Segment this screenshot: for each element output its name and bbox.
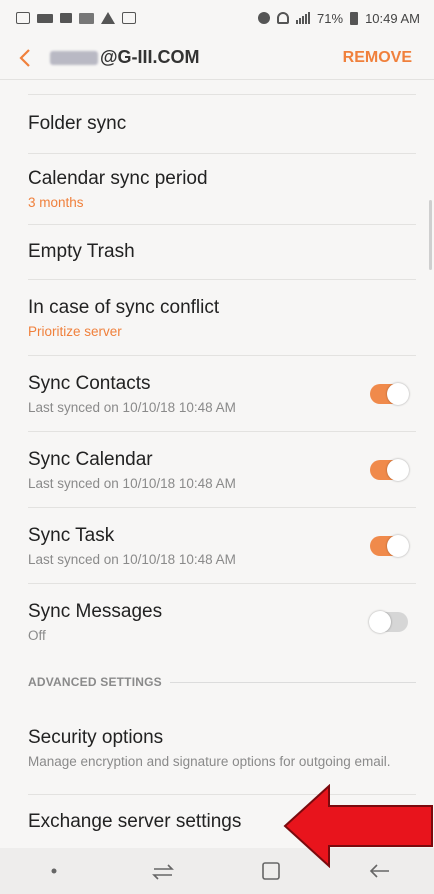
setting-title: Sync Contacts: [28, 372, 151, 394]
setting-sync-task[interactable]: Sync Task Last synced on 10/10/18 10:48 …: [28, 508, 416, 584]
setting-value: 3 months: [28, 195, 84, 210]
app-header: @G-III.COM REMOVE: [0, 36, 434, 80]
setting-folder-sync[interactable]: Folder sync: [28, 95, 416, 154]
setting-value: Off: [28, 628, 46, 643]
sync-calendar-toggle[interactable]: [370, 458, 409, 481]
remove-button[interactable]: REMOVE: [343, 49, 434, 67]
setting-security-options[interactable]: Security options Manage encryption and s…: [28, 704, 416, 795]
recent-apps-icon: [151, 864, 174, 880]
toggle-knob: [369, 611, 391, 633]
warning-icon: [101, 12, 115, 24]
app-notification-icon: [37, 13, 53, 23]
back-chevron-icon: [19, 48, 30, 67]
toggle-knob: [387, 458, 409, 481]
settings-list: Folder sync Calendar sync period 3 month…: [0, 81, 434, 849]
setting-empty-trash[interactable]: Empty Trash: [28, 225, 416, 280]
scrollbar[interactable]: [429, 200, 432, 270]
setting-title: Folder sync: [28, 113, 127, 134]
setting-title: Sync Calendar: [28, 448, 153, 470]
wifi-icon: [277, 12, 290, 24]
toggle-knob: [387, 382, 409, 405]
setting-title: Sync Task: [28, 524, 115, 546]
setting-title: Calendar sync period: [28, 168, 208, 189]
list-divider: [28, 81, 416, 95]
advanced-settings-header: ADVANCED SETTINGS: [28, 660, 416, 704]
setting-title: In case of sync conflict: [28, 296, 220, 318]
toggle-knob: [387, 534, 409, 557]
last-synced-text: Last synced on 10/10/18 10:48 AM: [28, 475, 236, 491]
setting-sync-contacts[interactable]: Sync Contacts Last synced on 10/10/18 10…: [28, 356, 416, 432]
section-title: ADVANCED SETTINGS: [28, 675, 162, 689]
screenshot-icon: [16, 12, 30, 24]
app-notification-icon-2: [60, 13, 72, 23]
app-notification-icon-3: [79, 12, 94, 24]
setting-sync-messages[interactable]: Sync Messages Off: [28, 584, 416, 660]
clock: 10:49 AM: [365, 10, 420, 26]
setting-title: Security options: [28, 727, 164, 749]
setting-description: Manage encryption and signature options …: [28, 754, 391, 770]
account-title: @G-III.COM: [50, 47, 343, 68]
alarm-icon: [258, 12, 271, 24]
battery-icon: [350, 11, 359, 25]
status-bar: 71% 10:49 AM: [0, 0, 434, 36]
setting-sync-conflict[interactable]: In case of sync conflict Prioritize serv…: [28, 280, 416, 356]
home-icon: [262, 862, 281, 880]
setting-title: Sync Messages: [28, 601, 163, 622]
system-indicators: 71% 10:49 AM: [258, 11, 420, 26]
account-domain: @G-III.COM: [100, 47, 200, 67]
signal-icon: [296, 12, 311, 24]
section-divider: [169, 681, 416, 683]
battery-percent: 71%: [317, 10, 344, 26]
notification-icons: [16, 12, 136, 24]
setting-title: Empty Trash: [28, 241, 135, 262]
redacted-username: [50, 50, 98, 65]
setting-calendar-sync-period[interactable]: Calendar sync period 3 months: [28, 154, 416, 225]
setting-sync-calendar[interactable]: Sync Calendar Last synced on 10/10/18 10…: [28, 432, 416, 508]
image-icon: [122, 12, 136, 24]
sync-contacts-toggle[interactable]: [370, 382, 409, 405]
sync-task-toggle[interactable]: [370, 534, 409, 557]
sync-messages-toggle[interactable]: [369, 611, 408, 633]
dot-icon: [51, 868, 57, 874]
nav-dot-button[interactable]: [29, 867, 79, 875]
last-synced-text: Last synced on 10/10/18 10:48 AM: [28, 399, 236, 415]
back-button[interactable]: [0, 48, 50, 68]
setting-value: Prioritize server: [28, 323, 122, 339]
annotation-arrow-icon: [283, 784, 433, 868]
last-synced-text: Last synced on 10/10/18 10:48 AM: [28, 551, 236, 567]
recent-apps-button[interactable]: [138, 861, 188, 881]
